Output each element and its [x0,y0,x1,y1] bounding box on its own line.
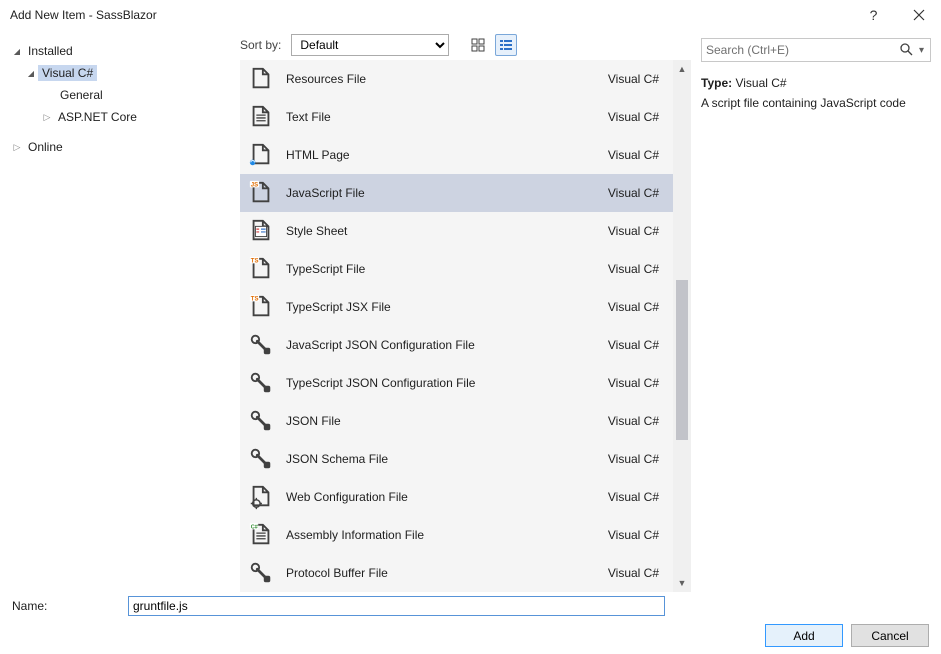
template-row[interactable]: JS JavaScript FileVisual C# [240,174,673,212]
template-lang: Visual C# [608,224,663,238]
tree-aspnet-core[interactable]: ASP.NET Core [10,106,234,128]
title-bar: Add New Item - SassBlazor ? [0,0,941,30]
template-row[interactable]: JSON FileVisual C# [240,402,673,440]
search-box[interactable]: ▾ [701,38,931,62]
template-row[interactable]: TS TypeScript JSX FileVisual C# [240,288,673,326]
template-row[interactable]: C# Assembly Information FileVisual C# [240,516,673,554]
sort-by-select[interactable]: Default [291,34,449,56]
details-pane: ▾ Type: Visual C# A script file containi… [691,30,941,590]
ts-icon: TS [246,254,276,284]
template-name: TypeScript JSX File [286,300,608,314]
template-row[interactable]: Text FileVisual C# [240,98,673,136]
template-lang: Visual C# [608,110,663,124]
template-scrollbar[interactable]: ▲ ▼ [673,60,691,592]
search-input[interactable] [706,43,897,57]
scroll-down-icon[interactable]: ▼ [673,574,691,592]
template-lang: Visual C# [608,528,663,542]
template-name: TypeScript JSON Configuration File [286,376,608,390]
resources-icon [246,64,276,94]
tree-installed[interactable]: Installed [10,40,234,62]
view-list-button[interactable] [495,34,517,56]
template-lang: Visual C# [608,338,663,352]
template-row[interactable]: HTML PageVisual C# [240,136,673,174]
name-label: Name: [12,599,128,613]
caret-icon [40,112,54,123]
css-icon [246,216,276,246]
caret-icon [10,47,24,56]
template-row[interactable]: Protocol Buffer FileVisual C# [240,554,673,592]
add-button[interactable]: Add [765,624,843,647]
json-icon [246,368,276,398]
template-name: Resources File [286,72,608,86]
search-icon[interactable] [897,42,915,59]
html-icon [246,140,276,170]
tree-general[interactable]: General [10,84,234,106]
tree-visual-csharp[interactable]: Visual C# [10,62,234,84]
template-row[interactable]: TypeScript JSON Configuration FileVisual… [240,364,673,402]
window-title: Add New Item - SassBlazor [10,8,851,22]
footer: Name: Add Cancel [0,590,941,654]
template-row[interactable]: TS TypeScript FileVisual C# [240,250,673,288]
json-icon [246,330,276,360]
details-type: Type: Visual C# [701,76,931,90]
template-lang: Visual C# [608,148,663,162]
sort-by-label: Sort by: [240,38,281,52]
template-lang: Visual C# [608,300,663,314]
js-icon: JS [246,178,276,208]
template-lang: Visual C# [608,452,663,466]
template-name: HTML Page [286,148,608,162]
view-tiles-button[interactable] [467,34,489,56]
close-button[interactable] [896,0,941,30]
template-lang: Visual C# [608,414,663,428]
template-name: Web Configuration File [286,490,608,504]
svg-text:TS: TS [251,259,259,265]
json-icon [246,406,276,436]
help-button[interactable]: ? [851,0,896,30]
svg-text:TS: TS [251,297,259,303]
asm-icon: C# [246,520,276,550]
template-lang: Visual C# [608,72,663,86]
template-row[interactable]: Resources FileVisual C# [240,60,673,98]
search-dropdown-icon[interactable]: ▾ [917,45,926,56]
caret-icon [24,69,38,78]
template-row[interactable]: JSON Schema FileVisual C# [240,440,673,478]
template-list[interactable]: Resources FileVisual C#Text FileVisual C… [240,60,673,592]
ts-icon: TS [246,292,276,322]
details-description: A script file containing JavaScript code [701,96,931,110]
json-icon [246,444,276,474]
scroll-thumb[interactable] [676,280,688,440]
webconfig-icon [246,482,276,512]
template-row[interactable]: Style SheetVisual C# [240,212,673,250]
category-tree: Installed Visual C# General ASP.NET Core… [0,30,240,590]
template-row[interactable]: Web Configuration FileVisual C# [240,478,673,516]
template-name: JavaScript File [286,186,608,200]
template-lang: Visual C# [608,566,663,580]
cancel-button[interactable]: Cancel [851,624,929,647]
template-name: Style Sheet [286,224,608,238]
caret-icon [10,142,24,153]
scroll-up-icon[interactable]: ▲ [673,60,691,78]
template-name: TypeScript File [286,262,608,276]
template-lang: Visual C# [608,490,663,504]
template-name: JavaScript JSON Configuration File [286,338,608,352]
template-lang: Visual C# [608,262,663,276]
template-name: Protocol Buffer File [286,566,608,580]
template-name: JSON File [286,414,608,428]
template-lang: Visual C# [608,186,663,200]
sort-toolbar: Sort by: Default [240,30,691,60]
svg-text:JS: JS [251,183,258,189]
template-name: Text File [286,110,608,124]
template-row[interactable]: JavaScript JSON Configuration FileVisual… [240,326,673,364]
svg-text:C#: C# [251,525,258,531]
name-input[interactable] [128,596,665,616]
template-name: JSON Schema File [286,452,608,466]
proto-icon [246,558,276,588]
text-icon [246,102,276,132]
tree-online[interactable]: Online [10,136,234,158]
template-name: Assembly Information File [286,528,608,542]
template-lang: Visual C# [608,376,663,390]
